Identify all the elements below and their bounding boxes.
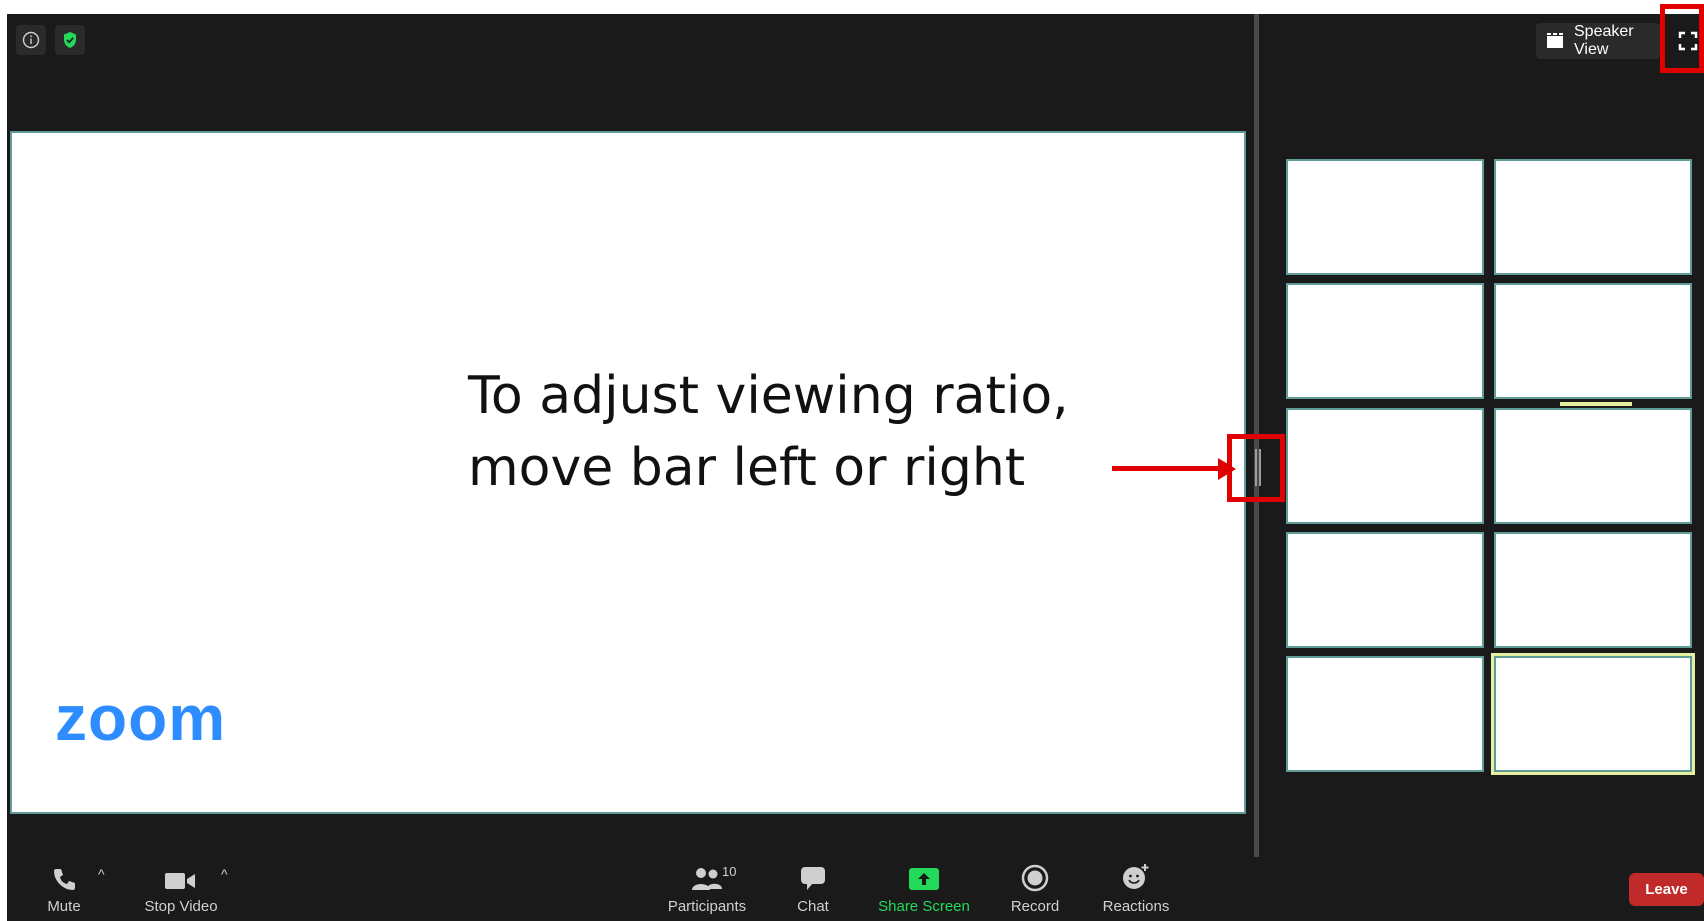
participant-tile[interactable] — [1494, 408, 1692, 524]
audio-options-chevron-icon[interactable]: ^ — [98, 866, 105, 882]
video-camera-icon — [136, 860, 226, 892]
speaker-view-icon — [1546, 32, 1564, 50]
info-icon[interactable] — [16, 25, 46, 55]
participant-tile[interactable] — [1494, 283, 1692, 399]
record-icon — [1005, 860, 1065, 892]
security-shield-icon[interactable] — [55, 25, 85, 55]
participant-tile[interactable] — [1286, 408, 1484, 524]
video-options-chevron-icon[interactable]: ^ — [221, 866, 228, 882]
speaker-view-button[interactable]: Speaker View — [1536, 23, 1660, 59]
participants-button[interactable]: 10 Participants — [662, 860, 752, 915]
annotation-arrow-line — [1112, 466, 1222, 471]
reactions-button[interactable]: Reactions — [1099, 860, 1173, 915]
reactions-label: Reactions — [1102, 898, 1170, 915]
participant-tile[interactable] — [1286, 283, 1484, 399]
participant-tile-active-speaker[interactable] — [1491, 653, 1695, 775]
share-screen-button[interactable]: Share Screen — [874, 860, 974, 915]
share-screen-label: Share Screen — [878, 898, 970, 915]
participants-icon: 10 — [662, 860, 752, 892]
speaker-view-label: Speaker View — [1574, 23, 1634, 58]
instruction-text: To adjust viewing ratio, move bar left o… — [468, 360, 1069, 504]
instruction-line-1: To adjust viewing ratio, — [468, 366, 1069, 426]
chat-button[interactable]: Chat — [785, 860, 841, 915]
record-label: Record — [1010, 898, 1060, 915]
annotation-arrow-head — [1218, 458, 1236, 480]
leave-button[interactable]: Leave — [1629, 873, 1704, 906]
share-screen-arrow-icon — [874, 860, 974, 892]
phone-icon — [36, 860, 92, 892]
instruction-line-2: move bar left or right — [468, 438, 1026, 498]
mute-button[interactable]: Mute — [36, 860, 92, 915]
participant-tile[interactable] — [1286, 532, 1484, 648]
tile-highlight-strip — [1560, 402, 1632, 406]
participant-tile[interactable] — [1286, 656, 1484, 772]
fullscreen-highlight-box — [1660, 4, 1704, 73]
participants-count: 10 — [722, 864, 737, 879]
mute-label: Mute — [47, 898, 81, 915]
participant-tile[interactable] — [1494, 532, 1692, 648]
participants-label: Participants — [667, 898, 747, 915]
stop-video-button[interactable]: Stop Video — [136, 860, 226, 915]
chat-bubble-icon — [785, 860, 841, 892]
record-button[interactable]: Record — [1005, 860, 1065, 915]
stop-video-label: Stop Video — [144, 898, 218, 915]
participant-tile[interactable] — [1494, 159, 1692, 275]
participant-tile[interactable] — [1286, 159, 1484, 275]
chat-label: Chat — [797, 898, 829, 915]
zoom-logo: zoom — [55, 682, 227, 754]
reactions-smiley-icon — [1099, 860, 1173, 892]
